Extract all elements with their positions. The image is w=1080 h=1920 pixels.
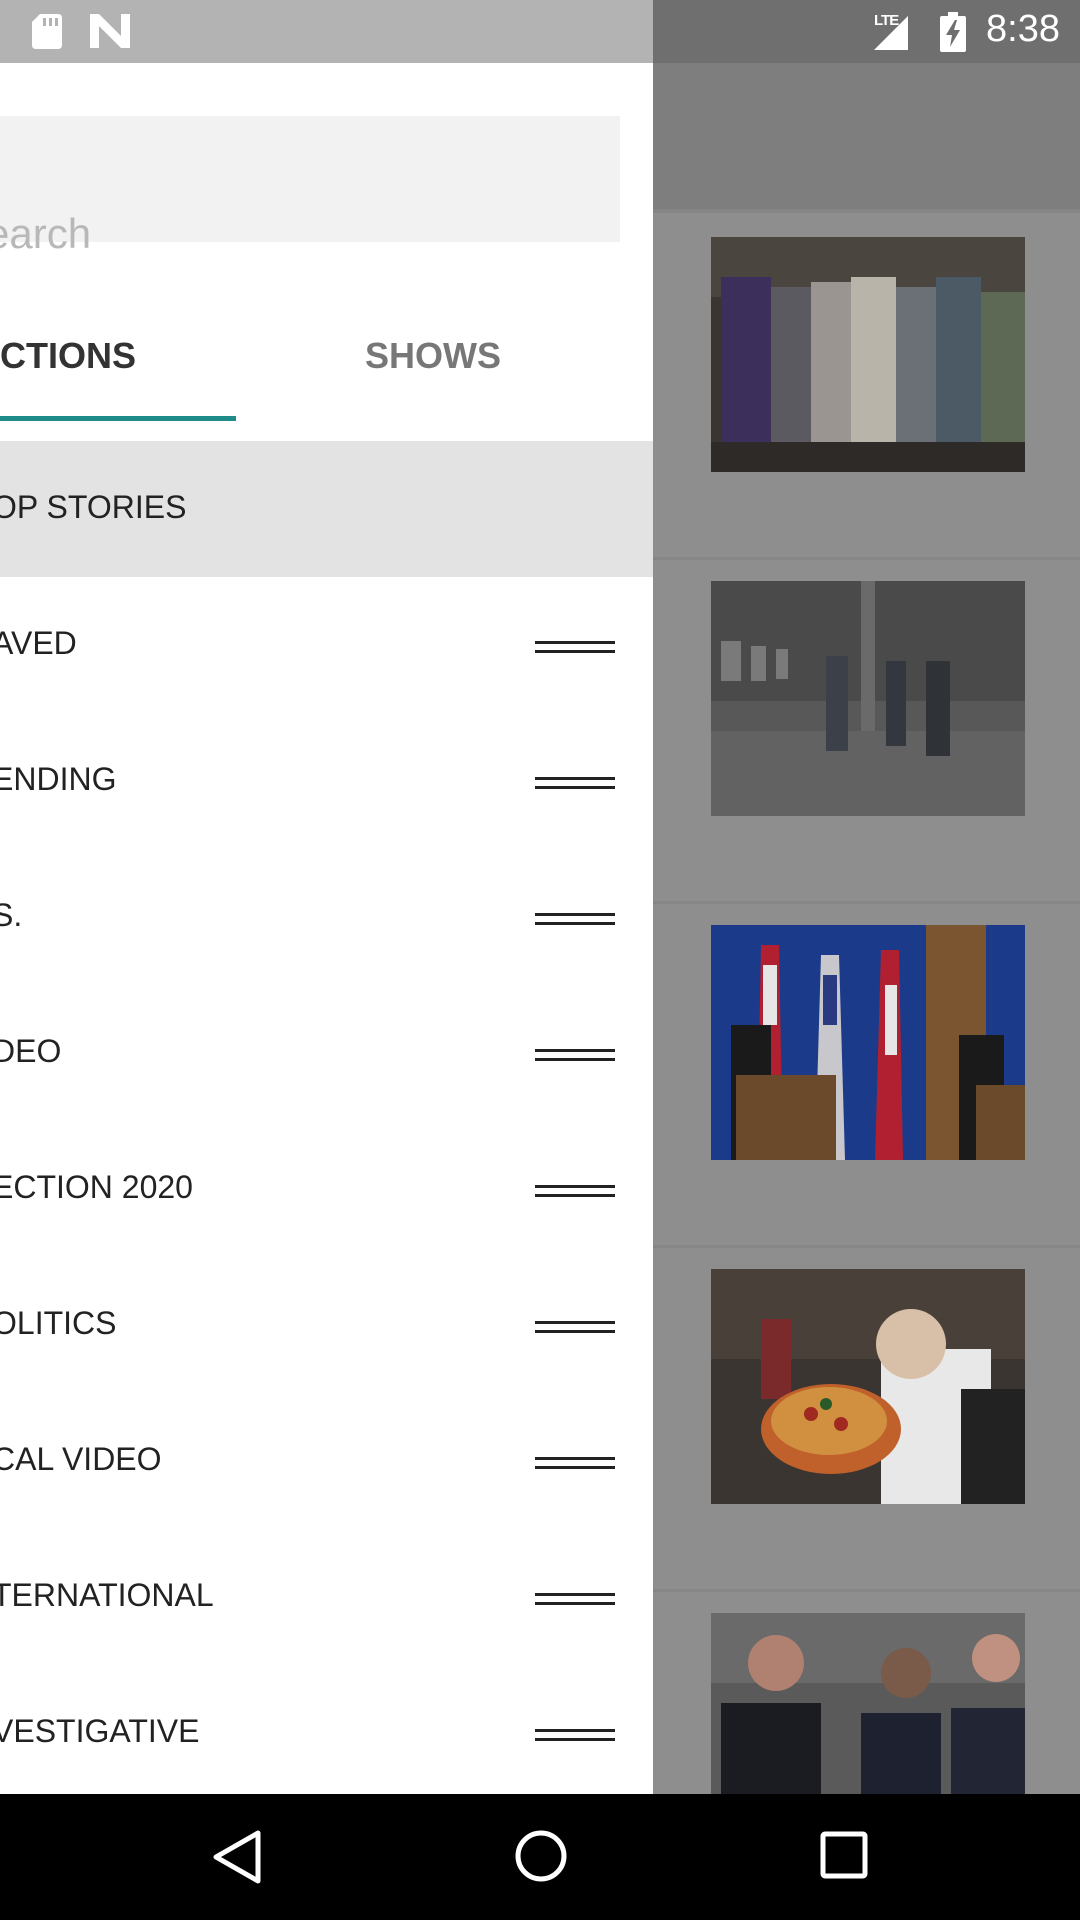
press-conference-flags-photo[interactable] <box>711 925 1025 1160</box>
drag-handle-icon[interactable] <box>535 641 615 654</box>
back-icon[interactable] <box>212 1829 262 1885</box>
battery-charging-icon <box>940 12 966 52</box>
section-label: AVED <box>0 625 77 661</box>
section-item-international[interactable]: TERNATIONAL <box>0 1529 653 1665</box>
crowd-embracing-photo[interactable] <box>711 237 1025 472</box>
section-label: OLITICS <box>0 1305 117 1341</box>
drag-handle-icon[interactable] <box>535 1321 615 1334</box>
section-item-us[interactable]: S. <box>0 849 653 985</box>
search-placeholder: earch <box>0 210 92 257</box>
tab-shows[interactable]: SHOWS <box>365 335 501 377</box>
section-item-trending[interactable]: ENDING <box>0 713 653 849</box>
section-item-local-video[interactable]: CAL VIDEO <box>0 1393 653 1529</box>
navigation-drawer: earch CTIONS SHOWS OP STORIES AVED ENDIN… <box>0 63 653 1794</box>
drag-handle-icon[interactable] <box>535 777 615 790</box>
feed-toolbar <box>653 63 1080 213</box>
men-in-suits-courthouse-photo[interactable] <box>711 1613 1025 1794</box>
section-item-top-stories[interactable]: OP STORIES <box>0 441 653 577</box>
n-logo-icon <box>90 14 130 48</box>
status-bar-right: LTE 8:38 <box>653 0 1080 63</box>
section-label: ECTION 2020 <box>0 1169 193 1205</box>
status-bar: LTE 8:38 <box>0 0 1080 63</box>
feed-item[interactable] <box>653 213 1080 560</box>
section-label: ENDING <box>0 761 117 797</box>
drag-handle-icon[interactable] <box>535 1049 615 1062</box>
clock: 8:38 <box>986 8 1060 50</box>
tab-indicator <box>0 416 236 421</box>
section-item-election-2020[interactable]: ECTION 2020 <box>0 1121 653 1257</box>
section-label: S. <box>0 897 23 933</box>
drag-handle-icon[interactable] <box>535 1457 615 1470</box>
section-item-investigative[interactable]: VESTIGATIVE <box>0 1665 653 1794</box>
sd-card-icon <box>32 14 62 49</box>
status-bar-left <box>0 0 653 63</box>
feed-item[interactable] <box>653 901 1080 1248</box>
section-item-politics[interactable]: OLITICS <box>0 1257 653 1393</box>
section-label: TERNATIONAL <box>0 1577 214 1613</box>
drag-handle-icon[interactable] <box>535 1593 615 1606</box>
article-feed[interactable] <box>653 63 1080 1794</box>
signal-icon <box>874 16 908 50</box>
drag-handle-icon[interactable] <box>535 1729 615 1742</box>
feed-item[interactable] <box>653 1245 1080 1592</box>
section-label: DEO <box>0 1033 62 1069</box>
chef-with-pizza-photo[interactable] <box>711 1269 1025 1504</box>
system-nav-bar <box>0 1794 1080 1920</box>
section-label: VESTIGATIVE <box>0 1713 200 1749</box>
section-item-video[interactable]: DEO <box>0 985 653 1121</box>
feed-item[interactable] <box>653 1589 1080 1794</box>
section-item-saved[interactable]: AVED <box>0 577 653 713</box>
home-icon[interactable] <box>514 1829 568 1883</box>
recents-icon[interactable] <box>820 1831 868 1879</box>
men-in-warehouse-photo[interactable] <box>711 581 1025 816</box>
drag-handle-icon[interactable] <box>535 913 615 926</box>
feed-item[interactable] <box>653 557 1080 904</box>
section-label: OP STORIES <box>0 489 187 525</box>
search-input[interactable]: earch <box>0 116 620 257</box>
drag-handle-icon[interactable] <box>535 1185 615 1198</box>
section-label: CAL VIDEO <box>0 1441 162 1477</box>
tab-sections[interactable]: CTIONS <box>0 335 136 377</box>
